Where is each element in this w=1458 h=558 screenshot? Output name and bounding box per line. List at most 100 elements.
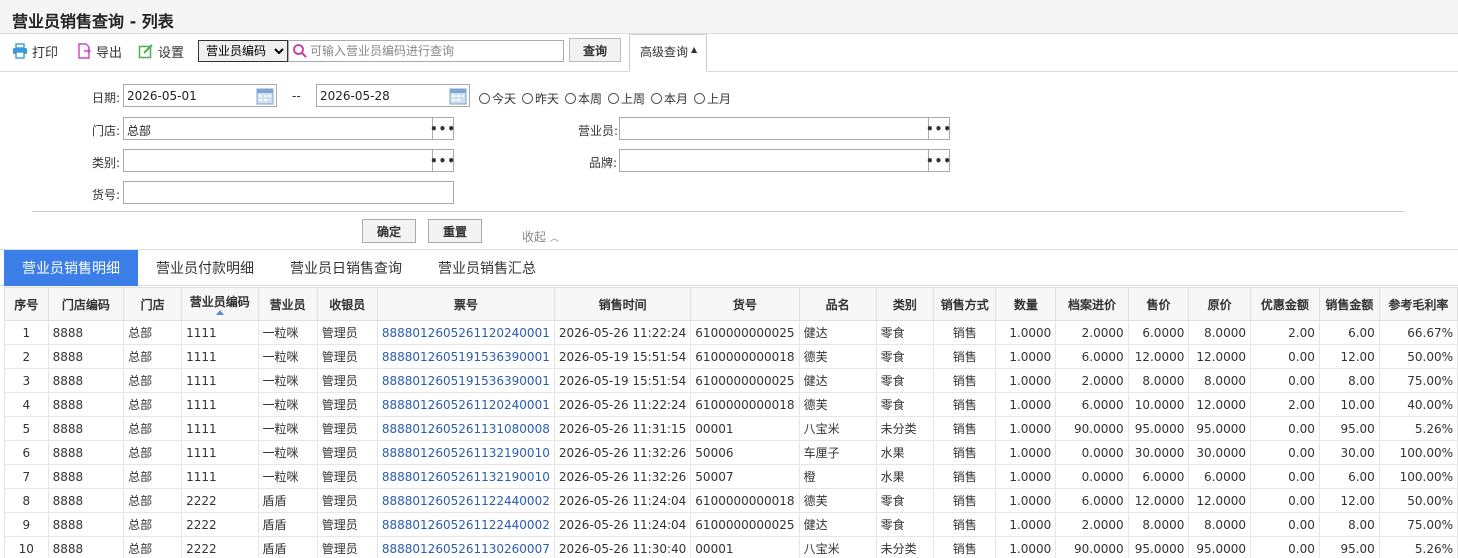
sku-field[interactable] [123,181,454,204]
column-header[interactable]: 数量 [995,287,1057,321]
table-cell: 6.0000 [1055,488,1129,513]
table-cell[interactable]: 8888012605261122440002 [376,488,555,513]
column-header[interactable]: 票号 [376,287,555,321]
printer-icon [13,43,27,59]
table-cell: 90.0000 [1055,416,1129,441]
date-from-field[interactable]: 2026-05-01 [123,84,277,107]
search-input[interactable] [310,41,563,61]
ticket-link[interactable]: 8888012605261131080008 [382,422,550,436]
table-cell[interactable]: 8888012605261122440002 [376,512,555,537]
tab-sales-summary[interactable]: 营业员销售汇总 [438,250,536,286]
table-cell: 6100000000025 [690,320,800,345]
radio-yesterday[interactable]: 昨天 [522,90,559,107]
ticket-link[interactable]: 888801260526112024000​1 [382,326,550,340]
export-button[interactable]: 导出 [76,42,122,61]
clerk-field[interactable] [619,117,929,140]
date-to-field[interactable]: 2026-05-28 [316,84,470,107]
column-header[interactable]: 销售金额 [1318,287,1380,321]
column-header[interactable]: 营业员 [257,287,318,321]
table-cell[interactable]: 8888012605261130260007 [376,536,555,558]
reset-button[interactable]: 重置 [428,219,482,243]
table-cell[interactable]: 8888012605191536390001 [376,368,555,393]
table-cell[interactable]: 8888012605261120240001 [376,392,555,417]
table-cell: 销售 [933,536,997,558]
radio-this-week[interactable]: 本周 [565,90,602,107]
ticket-link[interactable]: 8888012605261120240001 [382,398,550,412]
ticket-link[interactable]: 8888012605261122440002 [382,494,550,508]
print-button[interactable]: 打印 [12,42,58,61]
column-header[interactable]: 品名 [798,287,877,321]
calendar-icon[interactable] [448,86,468,106]
category-field[interactable] [123,149,433,172]
table-row[interactable]: 9 8888 总部 2222 盾盾 管理员 8888012605261122440002 20… [4,512,1458,537]
ticket-link[interactable]: 8888012605261122440002 [382,518,550,532]
calendar-icon[interactable] [255,86,275,106]
column-header[interactable]: 销售方式 [933,287,997,321]
brand-picker-button[interactable]: ••• [926,149,951,172]
sort-ascending-icon[interactable] [215,310,224,315]
category-picker-button[interactable]: ••• [430,149,455,172]
column-header[interactable]: 参考毛利率 [1378,287,1458,321]
column-header[interactable]: 门店 [123,287,183,321]
table-row[interactable]: 7 8888 总部 1111 一粒咪 管理员 8888012605261132190010 2… [4,464,1458,489]
table-row[interactable]: 8 8888 总部 2222 盾盾 管理员 8888012605261122440002 20… [4,488,1458,513]
ticket-link[interactable]: 8888012605191536390001 [382,350,550,364]
confirm-button[interactable]: 确定 [362,219,416,243]
tab-daily-sales[interactable]: 营业员日销售查询 [290,250,402,286]
table-cell[interactable]: 8888012605261132190010 [376,464,555,489]
table-cell: 2026-05-26 11:30:40 [553,536,692,558]
column-header[interactable]: 原价 [1188,287,1251,321]
table-row[interactable]: 5 8888 总部 1111 一粒咪 管理员 8888012605261131080008 2… [4,416,1458,441]
table-cell[interactable]: 8888012605261132190010 [376,440,555,465]
table-row[interactable]: 6 8888 总部 1111 一粒咪 管理员 8888012605261132190010 2… [4,440,1458,465]
advanced-query-tab[interactable]: 高级查询 ▲ [629,34,707,72]
tab-sales-detail[interactable]: 营业员销售明细 [4,250,138,286]
page-title: 营业员销售查询 - 列表 [12,12,174,31]
table-cell: 6100000000018 [690,392,800,417]
column-header[interactable]: 门店编码 [47,287,125,321]
table-row[interactable]: 1 8888 总部 1111 一粒咪 管理员 888801260526112024000​1… [4,320,1458,345]
table-cell: 12.0000 [1188,488,1251,513]
column-header[interactable]: 类别 [875,287,935,321]
clerk-picker-button[interactable]: ••• [926,117,951,140]
radio-today[interactable]: 今天 [479,90,516,107]
ticket-link[interactable]: 8888012605261132190010 [382,470,550,484]
column-header[interactable]: 优惠金额 [1249,287,1320,321]
column-header[interactable]: 档案进价 [1055,287,1129,321]
table-cell: 12.0000 [1127,344,1190,369]
column-header[interactable]: 序号 [4,287,49,321]
ticket-link[interactable]: 8888012605261132190010 [382,446,550,460]
ticket-link[interactable]: 8888012605261130260007 [382,542,550,556]
ticket-link[interactable]: 8888012605191536390001 [382,374,550,388]
table-row[interactable]: 10 8888 总部 2222 盾盾 管理员 8888012605261130260007 2… [4,536,1458,558]
table-cell[interactable]: 8888012605261131080008 [376,416,555,441]
radio-this-month[interactable]: 本月 [651,90,688,107]
table-row[interactable]: 4 8888 总部 1111 一粒咪 管理员 8888012605261120240001 2… [4,392,1458,417]
settings-button[interactable]: 设置 [138,42,184,61]
query-button[interactable]: 查询 [569,38,621,62]
table-cell: 10 [4,536,49,558]
radio-last-week[interactable]: 上周 [608,90,645,107]
column-header[interactable]: 货号 [690,287,800,321]
column-header[interactable]: 销售时间 [553,287,692,321]
column-header[interactable]: 收银员 [316,287,378,321]
table-cell: 2 [4,344,49,369]
store-field[interactable]: 总部 [123,117,433,140]
brand-field[interactable] [619,149,929,172]
table-cell: 总部 [123,344,183,369]
store-picker-button[interactable]: ••• [430,117,455,140]
column-header-label: 门店编码 [61,297,110,312]
tab-payment-detail[interactable]: 营业员付款明细 [156,250,254,286]
column-header[interactable]: 营业员编码 [181,287,259,321]
table-cell: 零食 [875,512,935,537]
radio-last-month[interactable]: 上月 [694,90,731,107]
table-cell[interactable]: 888801260526112024000​1 [376,320,555,345]
collapse-toggle[interactable]: 收起 ︿ [522,228,559,245]
table-cell: 销售 [933,440,997,465]
table-row[interactable]: 3 8888 总部 1111 一粒咪 管理员 8888012605191536390001 2… [4,368,1458,393]
table-cell: 总部 [123,368,183,393]
column-header[interactable]: 售价 [1127,287,1190,321]
table-row[interactable]: 2 8888 总部 1111 一粒咪 管理员 8888012605191536390001 2… [4,344,1458,369]
table-cell[interactable]: 8888012605191536390001 [376,344,555,369]
search-field-select[interactable]: 营业员编码 [198,40,288,62]
